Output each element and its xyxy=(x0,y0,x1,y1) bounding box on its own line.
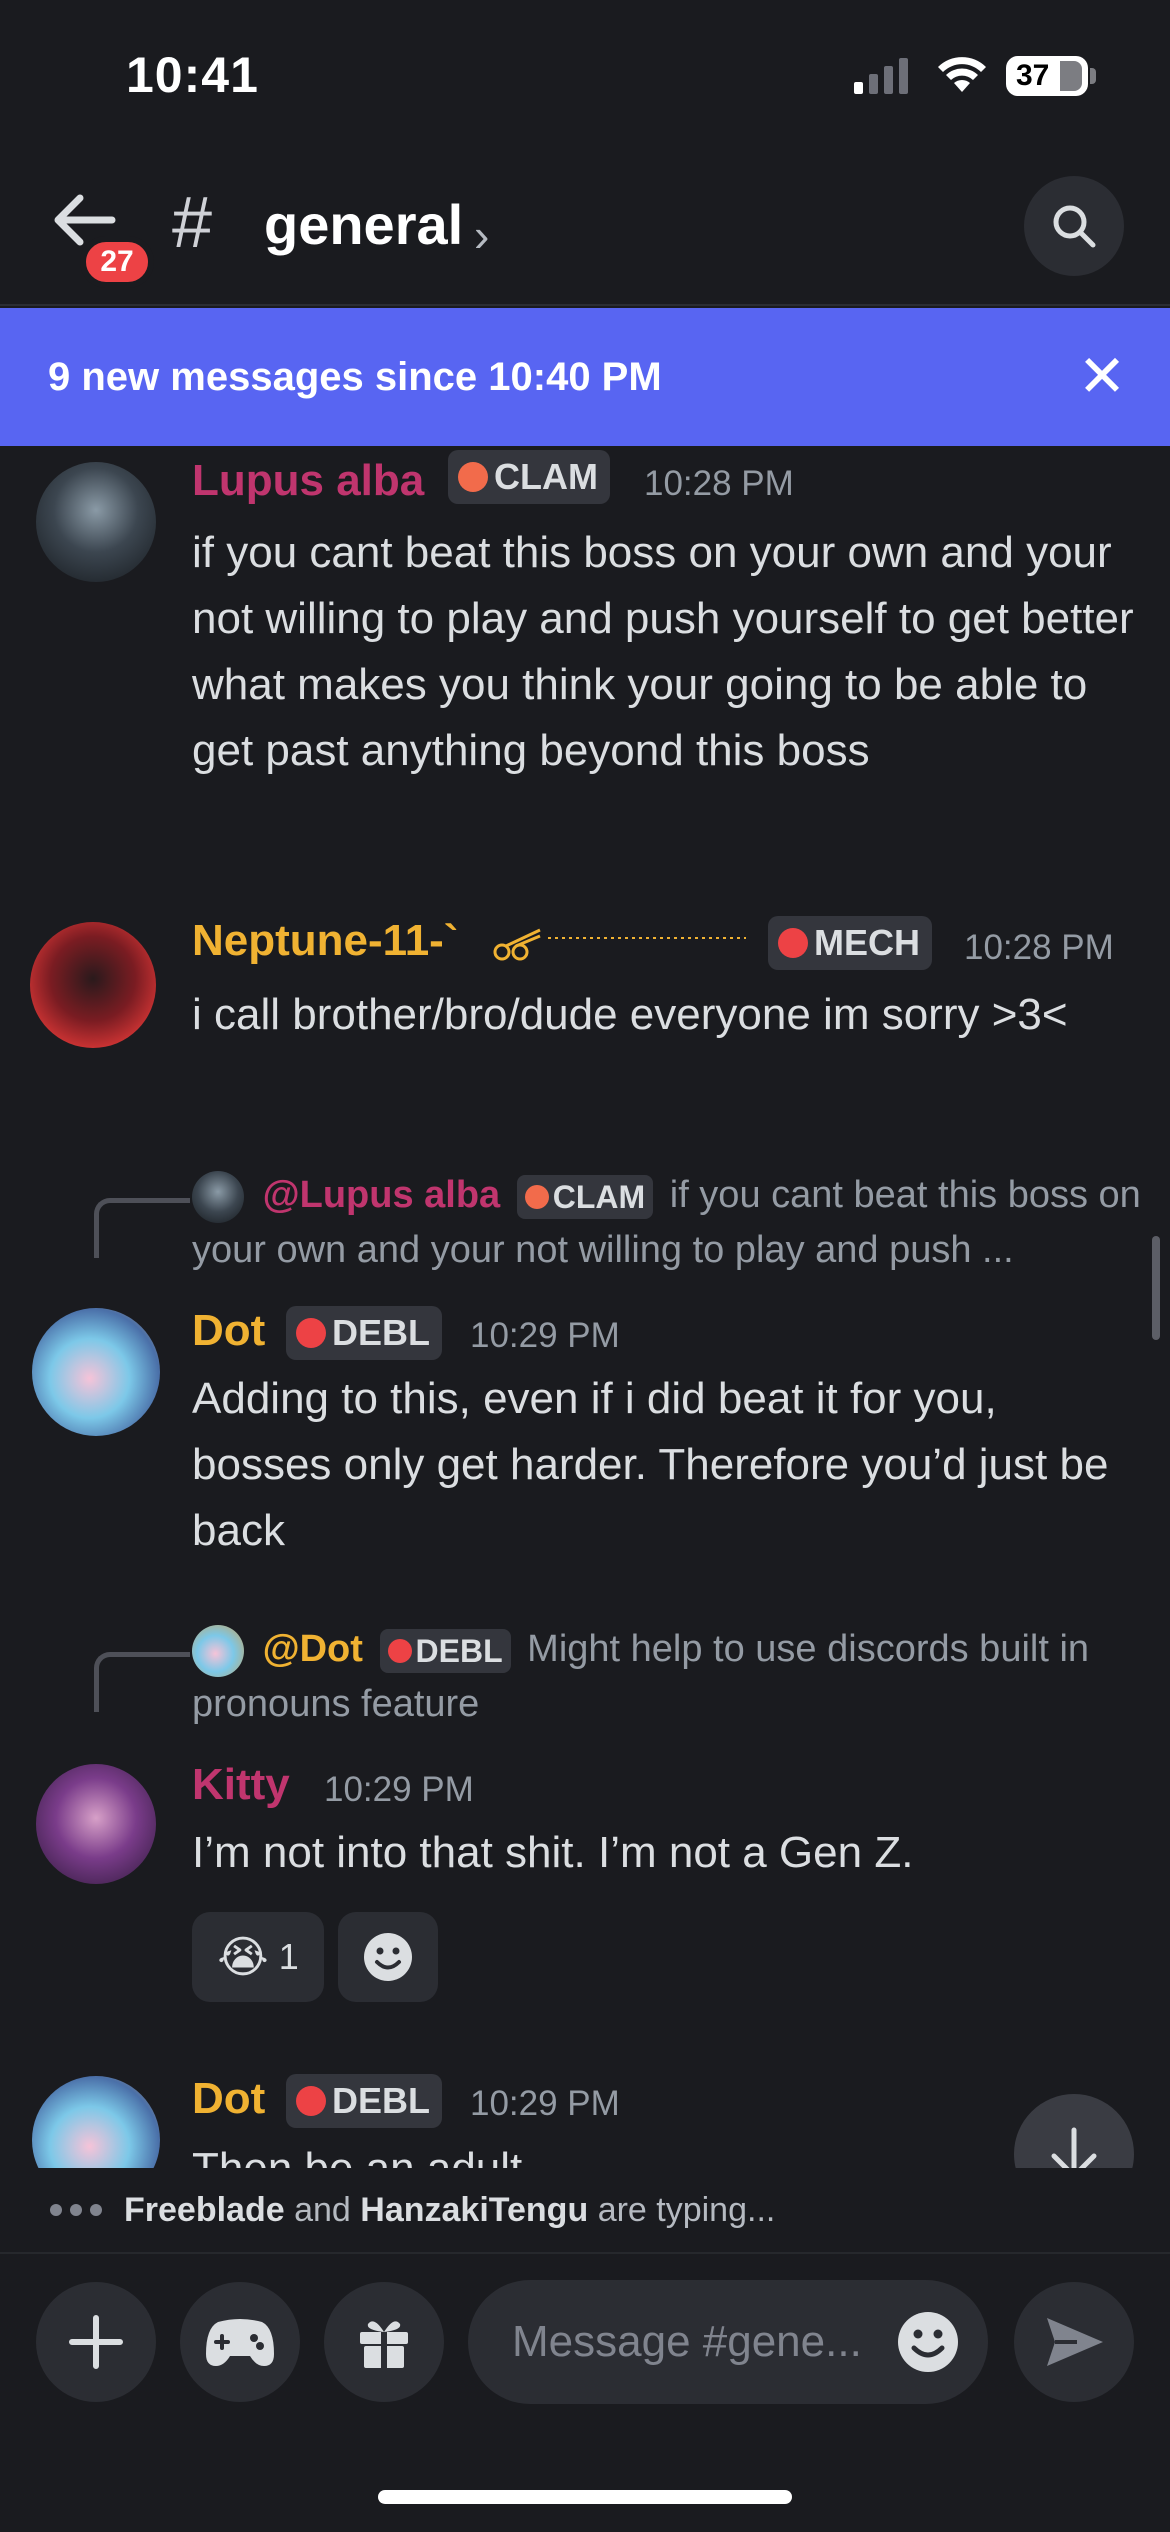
message-input-placeholder: Message #gene... xyxy=(512,2317,862,2366)
reaction-sob[interactable]: 😭 1 xyxy=(192,1912,324,2002)
message-author[interactable]: Neptune-11-` xyxy=(192,916,458,966)
add-reaction-button[interactable] xyxy=(338,1912,438,2002)
channel-name[interactable]: general xyxy=(264,192,463,257)
send-button[interactable] xyxy=(1014,2282,1134,2402)
avatar[interactable] xyxy=(32,2076,160,2168)
battery-icon: 37 xyxy=(1006,56,1088,96)
send-icon xyxy=(1047,2318,1103,2366)
reply-role-tag-label: DEBL xyxy=(415,1632,503,1669)
wifi-icon xyxy=(938,57,986,92)
message-timestamp: 10:28 PM xyxy=(964,928,1114,967)
close-icon[interactable]: ✕ xyxy=(1074,344,1130,409)
reply-preview[interactable]: @Lupus alba CLAM if you cant beat this b… xyxy=(192,1168,1142,1277)
status-time: 10:41 xyxy=(126,47,259,103)
plus-icon xyxy=(69,2315,123,2369)
channel-header: 27 # general › xyxy=(0,150,1170,306)
message-timestamp: 10:28 PM xyxy=(644,464,794,503)
reply-avatar xyxy=(192,1170,244,1223)
typing-user: Freeblade xyxy=(124,2190,285,2229)
battery-level: 37 xyxy=(1016,59,1050,92)
new-messages-text: 9 new messages since 10:40 PM xyxy=(48,354,662,399)
gamepad-icon xyxy=(206,2319,274,2366)
new-messages-banner[interactable]: 9 new messages since 10:40 PM ✕ xyxy=(0,308,1170,446)
skull-icon xyxy=(778,928,808,958)
unread-badge: 27 xyxy=(80,236,154,288)
fire-icon xyxy=(524,1184,549,1209)
typing-user: HanzakiTengu xyxy=(360,2190,589,2229)
typing-dots-icon xyxy=(50,2204,102,2216)
search-icon xyxy=(1053,205,1096,248)
typing-conjunction: and xyxy=(294,2190,351,2229)
message-list[interactable]: Lupus alba CLAM 10:28 PM if you cant bea… xyxy=(0,446,1170,2168)
scissors-icon xyxy=(493,928,746,961)
reply-role-tag: CLAM xyxy=(516,1174,654,1219)
cellular-signal-icon xyxy=(854,58,908,94)
message-author[interactable]: Dot xyxy=(192,1306,265,1356)
message-text: i call brother/bro/dude everyone im sorr… xyxy=(192,990,1068,1039)
message-text: I’m not into that shit. I’m not a Gen Z. xyxy=(192,1828,914,1877)
avatar[interactable] xyxy=(36,462,156,582)
avatar[interactable] xyxy=(30,922,156,1048)
avatar[interactable] xyxy=(36,1764,156,1884)
role-tag[interactable]: DEBL xyxy=(286,2074,442,2128)
message-timestamp: 10:29 PM xyxy=(324,1770,474,1809)
emoji-icon[interactable] xyxy=(896,2310,960,2374)
message-timestamp: 10:29 PM xyxy=(470,1316,620,1355)
role-tag[interactable]: MECH xyxy=(768,916,932,970)
message-timestamp: 10:29 PM xyxy=(470,2084,620,2123)
reply-avatar xyxy=(192,1624,244,1677)
message-input[interactable]: Message #gene... xyxy=(468,2280,988,2404)
message-text: if you cant beat this boss on your own a… xyxy=(192,528,1134,775)
attach-button[interactable] xyxy=(36,2282,156,2402)
mouth-icon xyxy=(296,2086,326,2116)
home-indicator[interactable] xyxy=(378,2490,792,2504)
message-text: Then be an adult xyxy=(192,2136,1142,2168)
reply-author: @Dot xyxy=(262,1628,363,1670)
gift-icon xyxy=(360,2321,408,2368)
chevron-right-icon[interactable]: › xyxy=(474,208,489,262)
gift-button[interactable] xyxy=(324,2282,444,2402)
scrollbar[interactable] xyxy=(1152,1236,1160,1340)
role-tag[interactable]: CLAM xyxy=(448,450,610,504)
role-tag-label: DEBL xyxy=(332,1312,430,1353)
role-tag-label: DEBL xyxy=(332,2080,430,2121)
reply-author: @Lupus alba xyxy=(262,1174,501,1216)
battery-tip xyxy=(1090,68,1096,84)
reply-connector xyxy=(94,1652,190,1712)
message-author[interactable]: Kitty xyxy=(192,1760,290,1810)
role-tag-label: MECH xyxy=(814,922,920,963)
message-text: Adding to this, even if i did beat it fo… xyxy=(192,1374,1109,1555)
mouth-icon xyxy=(387,1638,412,1663)
typing-suffix: are typing... xyxy=(597,2190,776,2229)
message-author[interactable]: Dot xyxy=(192,2074,265,2124)
mouth-icon xyxy=(296,1318,326,1348)
status-bar: 10:41 37 xyxy=(0,0,1170,150)
reply-preview[interactable]: @Dot DEBL Might help to use discords bui… xyxy=(192,1622,1142,1731)
role-tag[interactable]: DEBL xyxy=(286,1306,442,1360)
search-button[interactable] xyxy=(1024,176,1124,276)
avatar[interactable] xyxy=(32,1308,160,1436)
activities-button[interactable] xyxy=(180,2282,300,2402)
role-tag-label: CLAM xyxy=(494,456,598,497)
reaction-count: 1 xyxy=(278,1936,299,1977)
smiley-icon xyxy=(364,1933,412,1981)
reply-role-tag-label: CLAM xyxy=(552,1178,646,1215)
sob-emoji-icon: 😭 xyxy=(217,1932,269,1982)
typing-indicator: Freeblade and HanzakiTengu are typing... xyxy=(0,2168,1170,2252)
channel-hash-icon: # xyxy=(172,183,213,263)
reply-role-tag: DEBL xyxy=(379,1628,511,1673)
message-author[interactable]: Lupus alba xyxy=(192,456,424,506)
reply-connector xyxy=(94,1198,190,1258)
fire-icon xyxy=(458,462,488,492)
